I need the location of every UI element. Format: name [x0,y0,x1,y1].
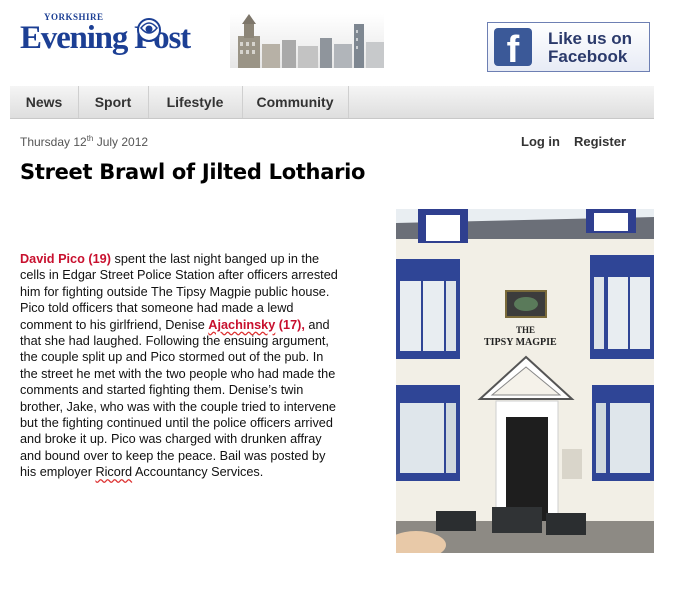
pub-sign-line2: TIPSY MAGPIE [484,337,557,348]
article-body: David Pico (19) spent the last night ban… [20,252,338,480]
main-nav: News Sport Lifestyle Community [10,86,654,119]
nav-item-lifestyle[interactable]: Lifestyle [148,86,243,118]
publish-date: Thursday 12th July 2012 [20,134,149,149]
employer-name: Ricord [95,465,133,480]
facebook-like-button[interactable]: f Like us on Facebook [487,22,650,72]
person-name-ajachinsky: Ajachinsky (17), [208,317,305,332]
login-link[interactable]: Log in [521,134,560,149]
nav-item-news[interactable]: News [10,86,79,118]
facebook-icon: f [494,28,532,66]
city-skyline-image [230,14,384,68]
person-name-david-pico: David Pico (19) [20,252,111,266]
masthead-logo[interactable]: YORKSHIRE Evening Post [20,12,220,64]
nav-item-community[interactable]: Community [242,86,349,118]
nav-item-sport[interactable]: Sport [78,86,149,118]
facebook-label-line2: Facebook [548,47,628,66]
facebook-label: Like us on Facebook [548,30,632,66]
pub-photo: THE TIPSY MAGPIE [396,209,654,553]
article-headline: Street Brawl of Jilted Lothario [20,160,366,184]
rose-icon [137,18,161,42]
pub-sign-line1: THE [516,325,535,335]
register-link[interactable]: Register [574,134,626,149]
facebook-label-line1: Like us on [548,29,633,48]
